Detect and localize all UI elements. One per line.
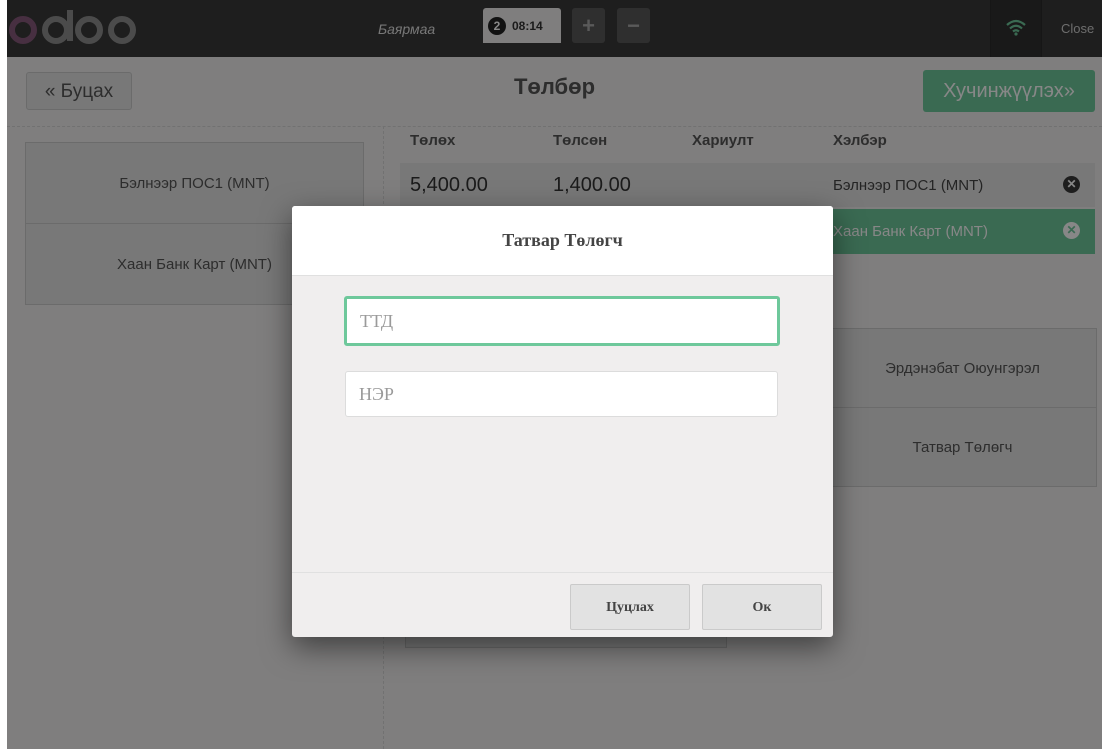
tin-input[interactable] bbox=[344, 296, 780, 346]
ok-button[interactable]: Ок bbox=[702, 584, 822, 630]
name-input[interactable] bbox=[345, 371, 778, 417]
taxpayer-dialog: Татвар Төлөгч Цуцлах Ок bbox=[292, 206, 833, 637]
cancel-button[interactable]: Цуцлах bbox=[570, 584, 690, 630]
pos-app: Баярмаа 2 08:14 + − Close « Буцах Төлбөр… bbox=[7, 0, 1102, 749]
dialog-title: Татвар Төлөгч bbox=[292, 206, 833, 276]
dialog-footer: Цуцлах Ок bbox=[292, 572, 833, 637]
